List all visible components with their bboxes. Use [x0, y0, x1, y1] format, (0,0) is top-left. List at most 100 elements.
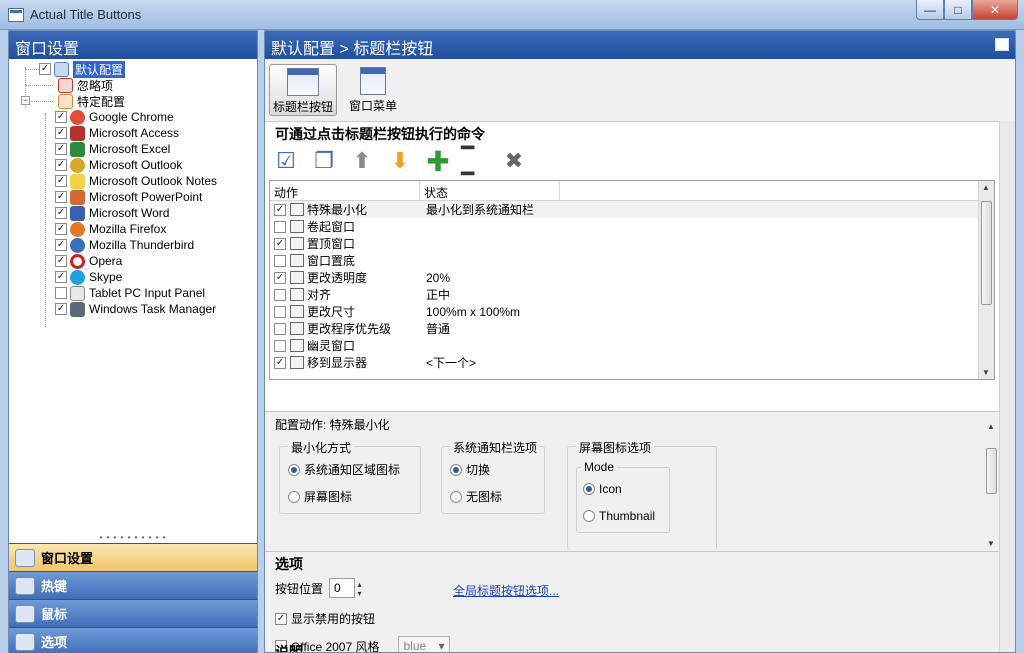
thunderbird-icon	[70, 237, 85, 253]
show-disabled-row[interactable]: ✓ 显示禁用的按钮	[275, 610, 375, 627]
scroll-down-icon[interactable]: ▼	[987, 539, 995, 548]
tree-item-app[interactable]: ✓ Microsoft Access	[9, 125, 257, 141]
table-row[interactable]: 卷起窗口	[270, 218, 994, 235]
maximize-button[interactable]: □	[944, 0, 972, 20]
tree-checkbox[interactable]: ✓	[55, 239, 67, 251]
add-icon[interactable]: ✚	[423, 146, 453, 177]
radio-button[interactable]	[288, 490, 300, 503]
right-panel-scrollbar[interactable]	[999, 121, 1015, 652]
tree-item-app[interactable]: ✓ Mozilla Thunderbird	[9, 237, 257, 253]
row-checkbox[interactable]	[274, 305, 286, 318]
action-icon	[290, 339, 304, 352]
nav-window-settings[interactable]: 窗口设置	[9, 543, 257, 571]
tree-checkbox[interactable]: ✓	[55, 159, 67, 171]
nav-mouse[interactable]: 鼠标	[9, 599, 257, 627]
tree-checkbox[interactable]: ✓	[55, 175, 67, 187]
row-checkbox[interactable]: ✓	[274, 237, 286, 250]
collapse-icon[interactable]: −	[21, 96, 30, 105]
duplicate-icon[interactable]: ❐	[309, 147, 339, 175]
scroll-up-icon[interactable]: ▲	[987, 422, 995, 431]
column-header-state[interactable]: 状态	[420, 181, 560, 200]
separator-icon[interactable]: ━ ━	[461, 135, 491, 186]
tree-checkbox[interactable]: ✓	[55, 127, 67, 139]
tree-item-app[interactable]: ✓ Microsoft Outlook Notes	[9, 173, 257, 189]
tree-checkbox[interactable]: ✓	[55, 223, 67, 235]
tree-checkbox[interactable]: ✓	[55, 255, 67, 267]
close-button[interactable]: ✕	[972, 0, 1018, 20]
table-row[interactable]: ✓ 更改透明度 20%	[270, 269, 994, 286]
tree-item-default[interactable]: ✓ 默认配置	[9, 60, 257, 78]
radio-button[interactable]	[583, 510, 595, 522]
delete-icon[interactable]: ✖	[499, 147, 529, 175]
row-checkbox[interactable]	[274, 322, 286, 335]
config-scrollbar[interactable]: ▲ ▼	[984, 420, 1000, 550]
splitter-grip[interactable]: • • • • • • • • • •	[9, 534, 257, 543]
tree-item-app[interactable]: ✓ Microsoft Outlook	[9, 157, 257, 173]
row-checkbox[interactable]	[274, 288, 286, 301]
tree-checkbox[interactable]: ✓	[55, 207, 67, 219]
table-row[interactable]: ✓ 置顶窗口	[270, 235, 994, 252]
row-checkbox[interactable]	[274, 220, 286, 233]
check-all-icon[interactable]: ☑	[271, 147, 301, 175]
row-checkbox[interactable]: ✓	[274, 271, 286, 284]
minimize-button[interactable]: —	[916, 0, 944, 20]
tree-checkbox[interactable]	[55, 287, 67, 299]
button-position-stepper[interactable]: 0	[329, 578, 364, 598]
row-checkbox[interactable]	[274, 254, 286, 267]
tab-title-buttons[interactable]: 标题栏按钮	[269, 64, 337, 116]
table-row[interactable]: 更改程序优先级 普通	[270, 320, 994, 337]
table-row[interactable]: ✓ 移到显示器 <下一个>	[270, 354, 994, 371]
move-up-icon[interactable]: ⬆	[347, 147, 377, 175]
radio-screen-icon[interactable]: 屏幕图标	[288, 488, 352, 505]
scroll-thumb[interactable]	[986, 448, 997, 494]
radio-tray-icon[interactable]: 系统通知区域图标	[288, 461, 400, 478]
tab-window-menu[interactable]: 窗口菜单	[339, 64, 407, 116]
tree-checkbox[interactable]: ✓	[39, 63, 51, 75]
nav-options[interactable]: 选项	[9, 627, 257, 653]
tree-checkbox[interactable]: ✓	[55, 271, 67, 283]
window-restore-icon[interactable]	[995, 38, 1009, 51]
radio-button[interactable]	[288, 463, 300, 476]
scroll-thumb[interactable]	[981, 201, 992, 305]
tree-item-app[interactable]: ✓ Microsoft Excel	[9, 141, 257, 157]
tree-checkbox[interactable]: ✓	[55, 111, 67, 123]
table-row[interactable]: ✓ 特殊最小化 最小化到系统通知栏	[270, 201, 994, 218]
tree-item-app[interactable]: ✓ Opera	[9, 253, 257, 269]
show-disabled-checkbox[interactable]: ✓	[275, 612, 287, 625]
office-style-select[interactable]: blue	[397, 636, 450, 652]
breadcrumb: 默认配置 > 标题栏按钮	[271, 41, 434, 58]
tree-item-app[interactable]: ✓ Google Chrome	[9, 109, 257, 125]
table-row[interactable]: 窗口置底	[270, 252, 994, 269]
tree-item-ignored[interactable]: 忽略项	[9, 77, 257, 93]
global-title-button-options-link[interactable]: 全局标题按钮选项...	[453, 582, 559, 599]
tree-item-app[interactable]: Tablet PC Input Panel	[9, 285, 257, 301]
tree-item-app[interactable]: ✓ Microsoft PowerPoint	[9, 189, 257, 205]
move-down-icon[interactable]: ⬇	[385, 147, 415, 175]
row-checkbox[interactable]: ✓	[274, 203, 286, 216]
tree-checkbox[interactable]: ✓	[55, 303, 67, 315]
tree-checkbox[interactable]: ✓	[55, 143, 67, 155]
radio-button[interactable]	[450, 490, 462, 503]
tree-item-app[interactable]: ✓ Windows Task Manager	[9, 301, 257, 317]
row-checkbox[interactable]: ✓	[274, 356, 286, 369]
table-row[interactable]: 更改尺寸 100%m x 100%m	[270, 303, 994, 320]
scroll-down-icon[interactable]: ▼	[982, 368, 990, 377]
row-checkbox[interactable]	[274, 339, 286, 352]
tree-item-app[interactable]: ✓ Skype	[9, 269, 257, 285]
tree-checkbox[interactable]: ✓	[55, 191, 67, 203]
tree-item-app[interactable]: ✓ Mozilla Firefox	[9, 221, 257, 237]
column-header-action[interactable]: 动作	[270, 181, 420, 200]
tree-item-specific[interactable]: − 特定配置	[9, 93, 257, 109]
radio-button[interactable]	[450, 463, 462, 476]
radio-button[interactable]	[583, 483, 595, 495]
scroll-up-icon[interactable]: ▲	[982, 183, 990, 192]
radio-no-icon[interactable]: 无图标	[450, 488, 502, 505]
tree-item-app[interactable]: ✓ Microsoft Word	[9, 205, 257, 221]
table-row[interactable]: 幽灵窗口	[270, 337, 994, 354]
table-row[interactable]: 对齐 正中	[270, 286, 994, 303]
radio-mode-thumbnail[interactable]: Thumbnail	[583, 509, 655, 523]
radio-toggle[interactable]: 切换	[450, 461, 490, 478]
radio-mode-icon[interactable]: Icon	[583, 482, 622, 496]
grid-scrollbar[interactable]: ▲ ▼	[978, 181, 994, 379]
nav-hotkeys[interactable]: 热键	[9, 571, 257, 599]
